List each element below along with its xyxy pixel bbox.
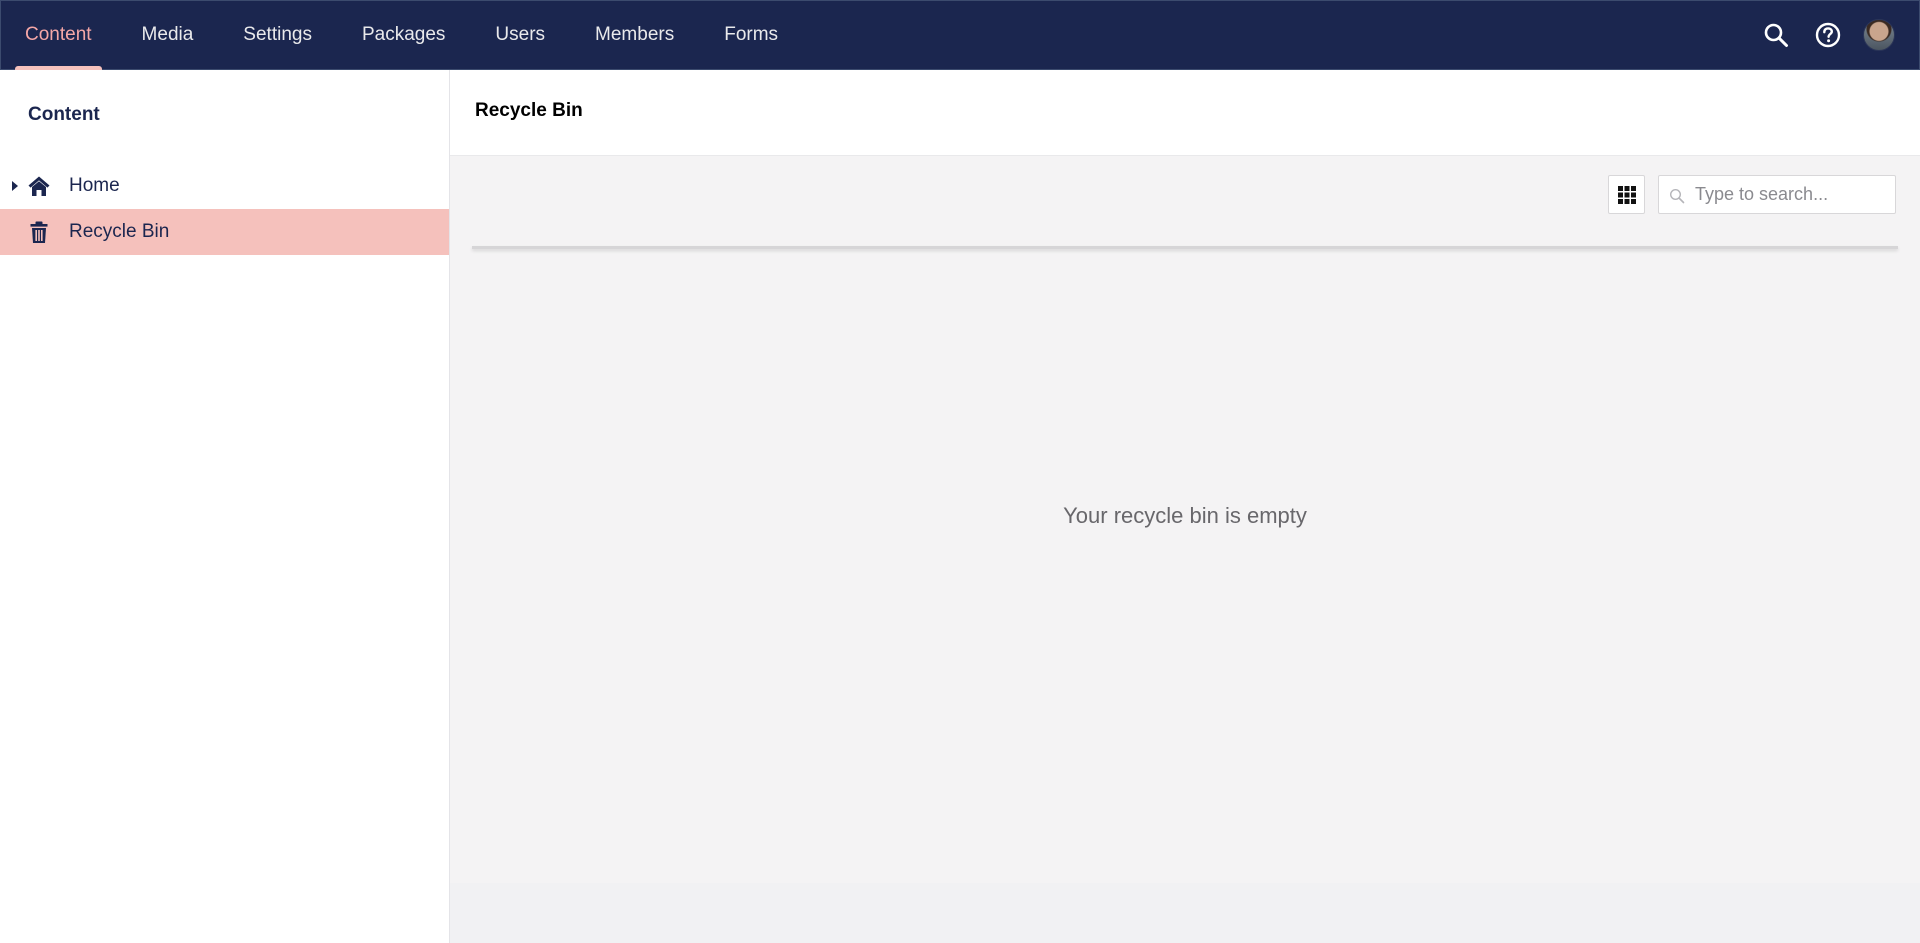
footer-area xyxy=(450,883,1920,943)
help-icon[interactable] xyxy=(1811,18,1845,52)
tree-item-label: Home xyxy=(69,175,120,196)
nav-item-members[interactable]: Members xyxy=(583,1,686,69)
search-icon[interactable] xyxy=(1759,18,1793,52)
grid-view-button[interactable] xyxy=(1608,175,1645,214)
search-icon xyxy=(1669,188,1685,204)
nav-item-media[interactable]: Media xyxy=(130,1,206,69)
nav-item-content[interactable]: Content xyxy=(13,1,104,70)
tree-item-home[interactable]: Home xyxy=(0,163,449,209)
tree-item-recycle-bin[interactable]: Recycle Bin xyxy=(0,209,449,255)
content-tree: Home Recycle Bin xyxy=(0,163,449,255)
trash-icon xyxy=(27,220,51,244)
empty-state-message: Your recycle bin is empty xyxy=(1063,503,1307,528)
grid-icon xyxy=(1617,185,1636,204)
expand-caret-icon[interactable] xyxy=(12,181,18,191)
list-toolbar xyxy=(472,175,1898,217)
top-navigation: Content Media Settings Packages Users Me… xyxy=(0,0,1920,70)
search-field xyxy=(1658,175,1896,214)
nav-item-settings[interactable]: Settings xyxy=(231,1,324,69)
nav-item-packages[interactable]: Packages xyxy=(350,1,457,69)
page-title: Recycle Bin xyxy=(475,100,583,121)
editor-header: Recycle Bin xyxy=(450,70,1920,156)
toolbar-divider xyxy=(472,246,1898,249)
avatar[interactable] xyxy=(1863,19,1895,51)
search-input[interactable] xyxy=(1695,176,1891,213)
nav-item-users[interactable]: Users xyxy=(483,1,557,69)
home-icon xyxy=(27,174,51,198)
top-actions xyxy=(1759,1,1919,69)
main-panel: Recycle Bin Type to search... Your recyc… xyxy=(450,70,1920,943)
section-nav: Content Media Settings Packages Users Me… xyxy=(1,1,816,70)
content-tree-sidebar: Content Home Recycle Bin xyxy=(0,70,450,943)
sidebar-title: Content xyxy=(28,104,100,125)
tree-item-label: Recycle Bin xyxy=(69,221,170,242)
nav-item-forms[interactable]: Forms xyxy=(712,1,790,69)
